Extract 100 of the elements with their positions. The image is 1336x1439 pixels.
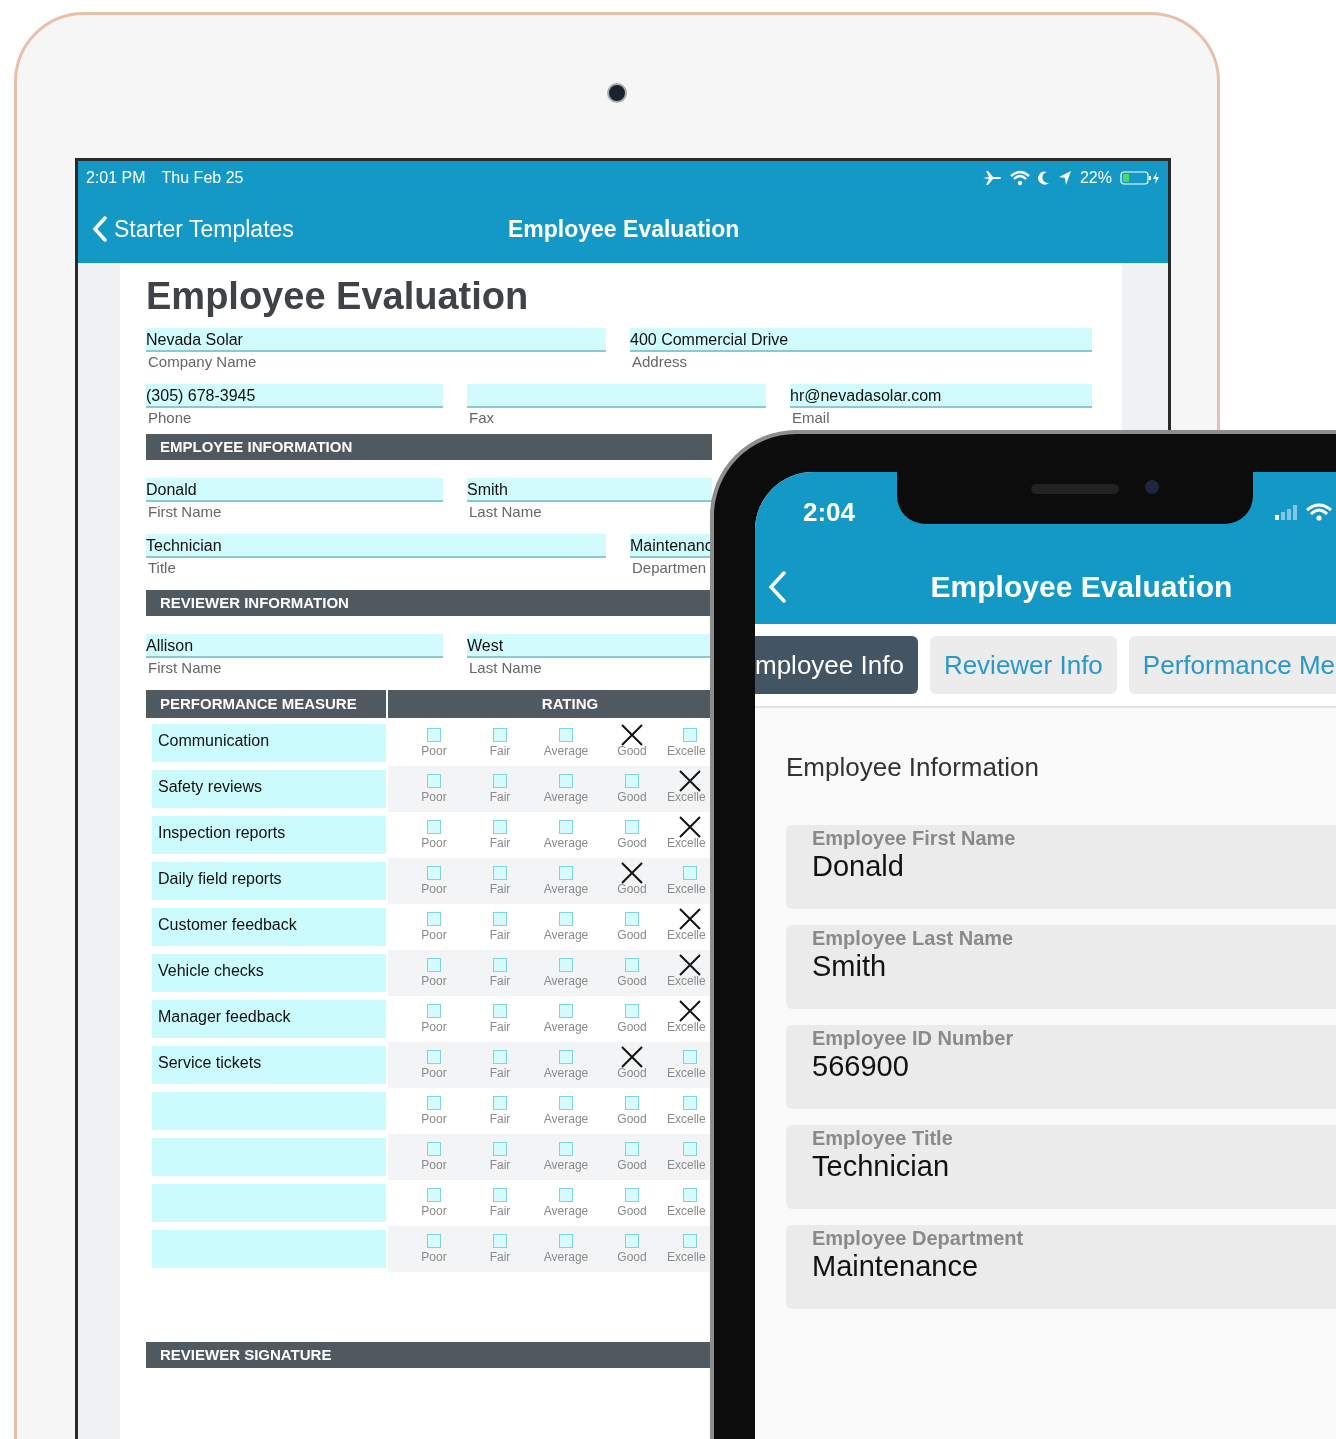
option-label: Good [617,1250,647,1264]
input-field[interactable]: Employee ID Number 566900 [786,1025,1336,1109]
location-arrow-icon [1057,170,1072,186]
checkbox[interactable] [677,906,703,932]
checkbox[interactable] [625,1142,639,1156]
checkbox[interactable] [493,1004,507,1018]
checkbox[interactable] [559,1188,573,1202]
checkbox[interactable] [559,1096,573,1110]
input-field[interactable]: West [467,634,712,658]
moon-icon [1037,170,1050,186]
checkbox[interactable] [427,774,441,788]
chevron-left-icon[interactable] [767,571,787,603]
checkbox[interactable] [559,1142,573,1156]
checkbox[interactable] [427,1004,441,1018]
section-title: Employee Information [786,752,1040,783]
field-label: First Name [147,503,223,520]
checkbox[interactable] [559,1050,573,1064]
checkbox[interactable] [619,722,645,748]
checkbox[interactable] [625,820,639,834]
checkbox[interactable] [427,728,441,742]
checkbox[interactable] [559,728,573,742]
checkbox[interactable] [493,728,507,742]
section-header: REVIEWER INFORMATION [146,590,712,616]
input-field[interactable]: 400 Commercial Drive [630,328,1092,352]
field-label: Address [631,353,689,370]
checkbox[interactable] [625,1004,639,1018]
checkbox[interactable] [619,1044,645,1070]
checkbox[interactable] [427,820,441,834]
checkbox[interactable] [427,912,441,926]
input-field[interactable]: hr@nevadasolar.com [790,384,1092,408]
checkbox[interactable] [625,1096,639,1110]
chevron-left-icon [92,216,108,242]
input-field[interactable]: Employee Title Technician [786,1125,1336,1209]
checkbox[interactable] [677,952,703,978]
checkbox[interactable] [625,912,639,926]
checkbox[interactable] [427,1050,441,1064]
checkbox[interactable] [683,1142,697,1156]
checkbox[interactable] [427,1188,441,1202]
field-label: First Name [147,659,223,676]
checkbox[interactable] [559,958,573,972]
input-field[interactable]: Employee Last Name Smith [786,925,1336,1009]
checkbox[interactable] [427,1096,441,1110]
option-label: Excelle [667,1020,706,1034]
checkbox[interactable] [493,820,507,834]
checkbox[interactable] [683,1188,697,1202]
field-label: Last Name [468,503,543,520]
checkbox[interactable] [625,774,639,788]
checkbox[interactable] [683,1096,697,1110]
checkbox[interactable] [559,866,573,880]
checkbox[interactable] [493,1234,507,1248]
checkbox[interactable] [493,1096,507,1110]
input-field[interactable] [467,384,766,408]
checkbox[interactable] [683,1234,697,1248]
checkbox[interactable] [683,866,697,880]
checkbox[interactable] [559,1234,573,1248]
input-field[interactable]: (305) 678-3945 [146,384,443,408]
checkbox[interactable] [493,774,507,788]
measure-cell: Communication [152,724,386,762]
checkbox[interactable] [625,958,639,972]
input-field[interactable]: Technician [146,534,606,558]
checkbox[interactable] [493,1188,507,1202]
checkbox[interactable] [559,1004,573,1018]
input-field[interactable]: Nevada Solar [146,328,606,352]
input-field[interactable]: Employee Department Maintenance [786,1225,1336,1309]
navigation-title: Employee Evaluation [508,215,740,243]
option-label: Good [617,928,647,942]
tab[interactable]: mployee Info [755,636,918,694]
field-label: Employee Department [812,1227,1025,1250]
checkbox[interactable] [683,728,697,742]
checkbox[interactable] [427,1234,441,1248]
checkbox[interactable] [625,1234,639,1248]
field-label: Departmen [631,559,708,576]
checkbox[interactable] [493,912,507,926]
checkbox[interactable] [427,866,441,880]
option-label: Fair [489,1066,511,1080]
checkbox[interactable] [677,768,703,794]
input-field[interactable]: Smith [467,478,712,502]
checkbox[interactable] [493,1142,507,1156]
checkbox[interactable] [677,814,703,840]
option-label: Fair [489,1020,511,1034]
checkbox[interactable] [559,774,573,788]
checkbox[interactable] [493,866,507,880]
checkbox[interactable] [493,1050,507,1064]
field-value: Donald [812,850,905,883]
column-header: RATING [388,690,712,718]
checkbox[interactable] [427,958,441,972]
input-field[interactable]: Maintenanc [630,534,712,558]
input-field[interactable]: Allison [146,634,443,658]
checkbox[interactable] [683,1050,697,1064]
checkbox[interactable] [559,912,573,926]
input-field[interactable]: Employee First Name Donald [786,825,1336,909]
input-field[interactable]: Donald [146,478,443,502]
checkbox[interactable] [677,998,703,1024]
option-label: Poor [421,1066,447,1080]
checkbox[interactable] [427,1142,441,1156]
checkbox[interactable] [625,1188,639,1202]
option-label: Fair [489,790,511,804]
checkbox[interactable] [559,820,573,834]
checkbox[interactable] [493,958,507,972]
checkbox[interactable] [619,860,645,886]
